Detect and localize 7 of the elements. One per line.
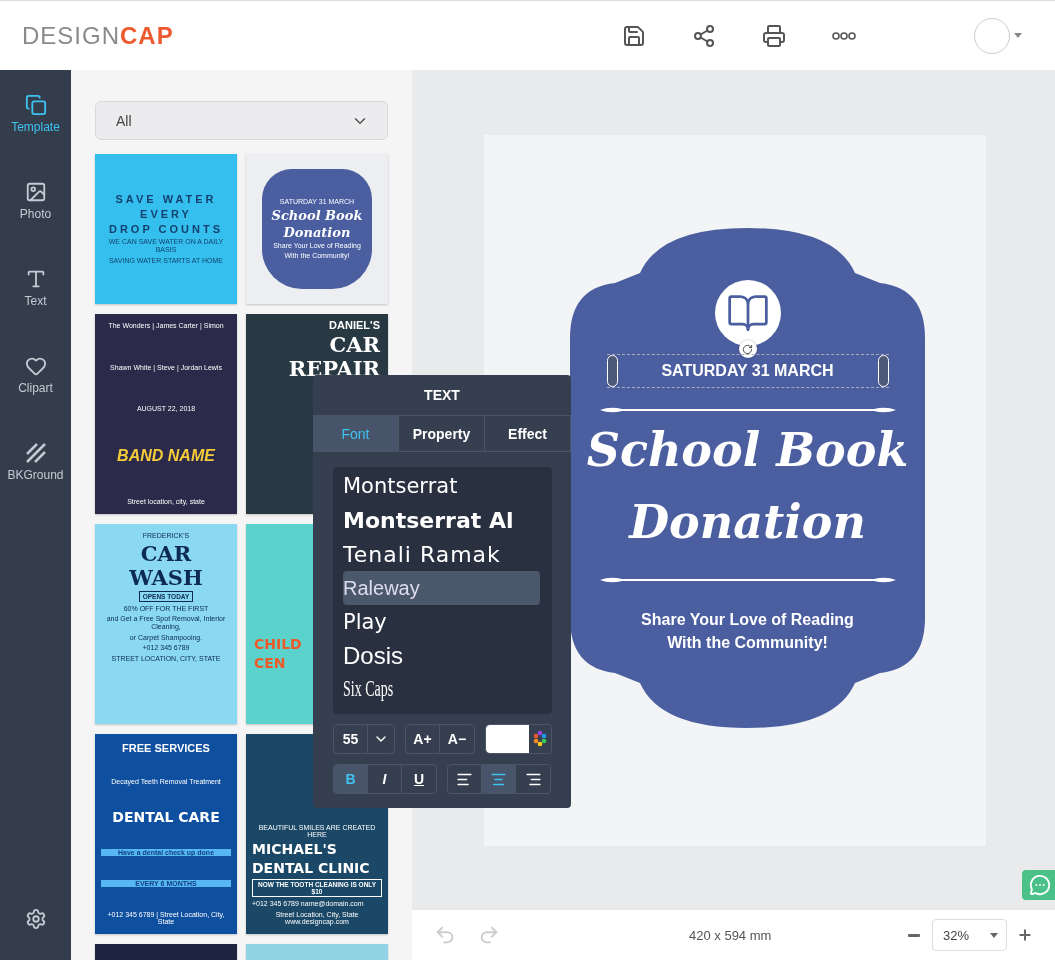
poster-subtitle: Share Your Love of Reading With the Community! — [641, 610, 854, 653]
page-size: 420 x 594 mm — [689, 927, 772, 943]
panel-title: TEXT — [423, 386, 461, 405]
poster-date: SATURDAY 31 MARCH — [661, 362, 834, 380]
logo: DESIGNCAP — [22, 21, 174, 50]
poster-title: School Book — [586, 422, 909, 479]
poster-title: Donation — [629, 494, 866, 551]
